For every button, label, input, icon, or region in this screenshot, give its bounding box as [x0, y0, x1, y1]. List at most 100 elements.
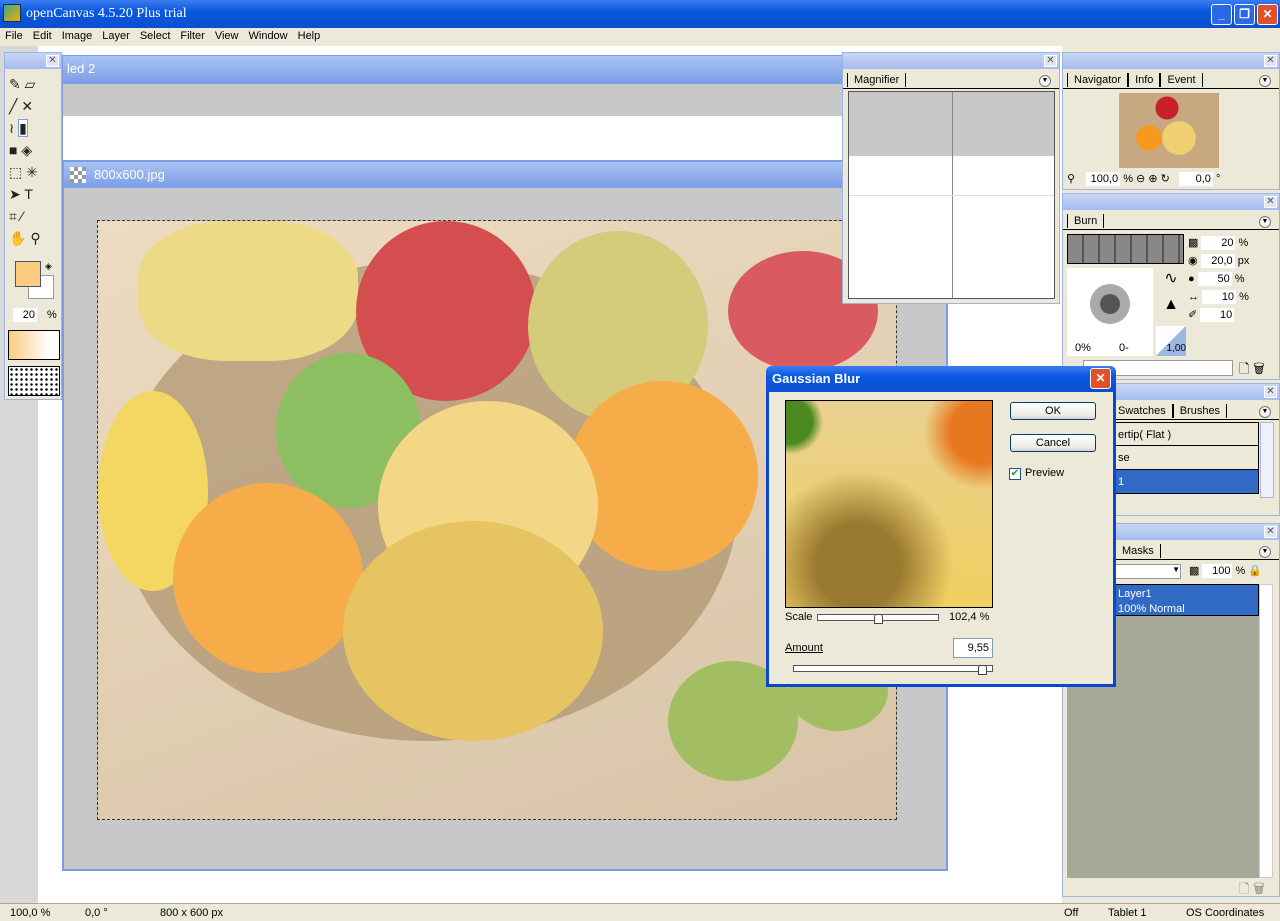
eraser-tool-icon[interactable]: ▱ — [25, 76, 36, 92]
crop-tool-icon[interactable]: ⌗ — [9, 208, 17, 224]
pencil-tool-icon[interactable]: ✎ — [9, 76, 21, 92]
texture-selector[interactable] — [8, 366, 60, 396]
tab-event[interactable]: Event — [1160, 73, 1203, 87]
toolbox-close-button[interactable]: ✕ — [46, 55, 59, 67]
pressure-curve-button[interactable]: 1,00 — [1156, 326, 1186, 356]
airbrush-tool-icon[interactable]: ✕ — [21, 98, 33, 114]
layers-scrollbar[interactable] — [1259, 584, 1273, 878]
menu-select[interactable]: Select — [135, 28, 176, 44]
tab-brushes[interactable]: Brushes — [1172, 404, 1228, 418]
navigator-zoom-value[interactable]: 100,0 — [1086, 172, 1121, 186]
layers-close-button[interactable]: ✕ — [1264, 526, 1277, 538]
amount-slider[interactable] — [793, 665, 993, 675]
hand-tool-icon[interactable]: ✋ — [9, 230, 26, 246]
gradient-tool-icon[interactable]: ■ — [9, 142, 17, 158]
burn-hardness[interactable]: 50 — [1197, 272, 1232, 286]
burn-spacing-unit: % — [1239, 291, 1249, 303]
tab-burn[interactable]: Burn — [1067, 214, 1105, 228]
delete-preset-icon[interactable]: 🗑 — [1253, 361, 1265, 376]
delete-layer-icon[interactable]: 🗑 — [1253, 881, 1265, 896]
menu-file[interactable]: File — [0, 28, 28, 44]
scale-slider[interactable] — [817, 614, 939, 624]
panel-menu-icon[interactable]: ▼ — [1259, 546, 1271, 558]
app-title: openCanvas 4.5.20 Plus trial — [26, 6, 187, 21]
magic-wand-tool-icon[interactable]: ✳ — [26, 164, 38, 180]
pen-tool-icon[interactable]: ╱ — [9, 98, 17, 114]
layer-opacity-unit: % — [1235, 565, 1246, 577]
menu-window[interactable]: Window — [244, 28, 293, 44]
back-window-title[interactable]: led 2 — [63, 56, 843, 84]
brush-list-scrollbar[interactable] — [1260, 422, 1274, 498]
scale-slider-thumb[interactable] — [874, 614, 883, 624]
burn-tool-icon[interactable]: ▮ — [18, 119, 28, 137]
new-layer-icon[interactable]: 🗋 — [1239, 881, 1249, 896]
tab-swatches[interactable]: Swatches — [1111, 404, 1173, 418]
watercolor-tool-icon[interactable]: ≀ — [9, 120, 14, 136]
fill-tool-icon[interactable]: ◈ — [21, 142, 32, 158]
status-size: 800 x 600 px — [160, 907, 223, 919]
menu-help[interactable]: Help — [293, 28, 326, 44]
dialog-title: Gaussian Blur — [766, 366, 1116, 392]
brushes-close-button[interactable]: ✕ — [1264, 386, 1277, 398]
magnifier-panel: ✕ Magnifier ▼ — [842, 52, 1060, 304]
menu-layer[interactable]: Layer — [97, 28, 135, 44]
ok-button[interactable]: OK — [1010, 402, 1096, 420]
panel-menu-icon[interactable]: ▼ — [1039, 75, 1051, 87]
menu-edit[interactable]: Edit — [28, 28, 57, 44]
layer-opacity[interactable]: 100 — [1202, 564, 1233, 578]
burn-spacing[interactable]: 10 — [1202, 290, 1237, 304]
brush-presets[interactable] — [1067, 234, 1184, 264]
zoom-in-icon[interactable]: ⊕ — [1148, 173, 1157, 185]
burn-close-button[interactable]: ✕ — [1264, 196, 1277, 208]
cancel-button[interactable]: Cancel — [1010, 434, 1096, 452]
close-button[interactable]: ✕ — [1257, 4, 1278, 25]
preview-checkbox[interactable]: ✔ — [1009, 468, 1021, 480]
burn-strength[interactable]: 10 — [1200, 308, 1235, 322]
status-coords: OS Coordinates — [1186, 907, 1265, 919]
amount-slider-thumb[interactable] — [978, 665, 988, 675]
zoom-out-icon[interactable]: ⊖ — [1136, 173, 1145, 185]
maximize-button[interactable]: ❐ — [1234, 4, 1255, 25]
tab-info[interactable]: Info — [1128, 73, 1161, 87]
magnifier-close-button[interactable]: ✕ — [1044, 55, 1057, 67]
panel-menu-icon[interactable]: ▼ — [1259, 75, 1271, 87]
navigator-thumbnail[interactable] — [1119, 93, 1219, 168]
panel-menu-icon[interactable]: ▼ — [1259, 216, 1271, 228]
rotate-icon[interactable]: ↻ — [1161, 173, 1170, 185]
tab-navigator[interactable]: Navigator — [1067, 73, 1129, 87]
preview-label[interactable]: Preview — [1025, 467, 1064, 479]
tab-masks[interactable]: Masks — [1115, 544, 1161, 558]
navigator-rotation-value[interactable]: 0,0 — [1178, 172, 1213, 186]
blur-preview[interactable] — [785, 400, 993, 608]
navigator-close-button[interactable]: ✕ — [1264, 55, 1277, 67]
menu-image[interactable]: Image — [57, 28, 98, 44]
text-tool-icon[interactable]: T — [24, 186, 33, 202]
brush-shape-button[interactable]: ▲ — [1156, 296, 1186, 322]
move-tool-icon[interactable]: ➤ — [9, 186, 21, 202]
stroke-curve-button[interactable]: ∿ — [1156, 268, 1186, 294]
document-title[interactable]: 800x600.jpg — [64, 162, 946, 188]
new-preset-icon[interactable]: 🗋 — [1239, 361, 1249, 376]
zoom-out-small-icon[interactable]: ⚲ — [1067, 173, 1075, 185]
swap-colors-icon[interactable]: ◈ — [45, 261, 52, 272]
gradient-selector[interactable] — [8, 330, 60, 360]
foreground-color-swatch[interactable] — [15, 261, 41, 287]
tab-magnifier[interactable]: Magnifier — [847, 73, 907, 87]
zoom-tool-icon[interactable]: ⚲ — [30, 230, 40, 246]
amount-label: Amount — [785, 642, 823, 654]
minimize-button[interactable]: _ — [1211, 4, 1232, 25]
amount-input[interactable]: 9,55 — [953, 638, 993, 658]
burn-opacity[interactable]: 20 — [1201, 236, 1236, 250]
eyedropper-tool-icon[interactable]: ⁄ — [21, 208, 23, 224]
tool-size-value[interactable]: 20 — [13, 308, 37, 322]
panel-menu-icon[interactable]: ▼ — [1259, 406, 1271, 418]
menu-filter[interactable]: Filter — [175, 28, 209, 44]
spacing-icon: ↔ — [1188, 291, 1199, 303]
gaussian-blur-dialog: Gaussian Blur ✕ Scale 102,4 % Amount 9,5… — [766, 366, 1116, 687]
select-rect-tool-icon[interactable]: ⬚ — [9, 164, 22, 180]
menu-view[interactable]: View — [210, 28, 244, 44]
lock-icon[interactable]: 🔒 — [1248, 565, 1262, 577]
burn-size[interactable]: 20,0 — [1200, 254, 1235, 268]
dialog-close-button[interactable]: ✕ — [1090, 368, 1111, 389]
burn-hardness-unit: % — [1234, 273, 1245, 285]
